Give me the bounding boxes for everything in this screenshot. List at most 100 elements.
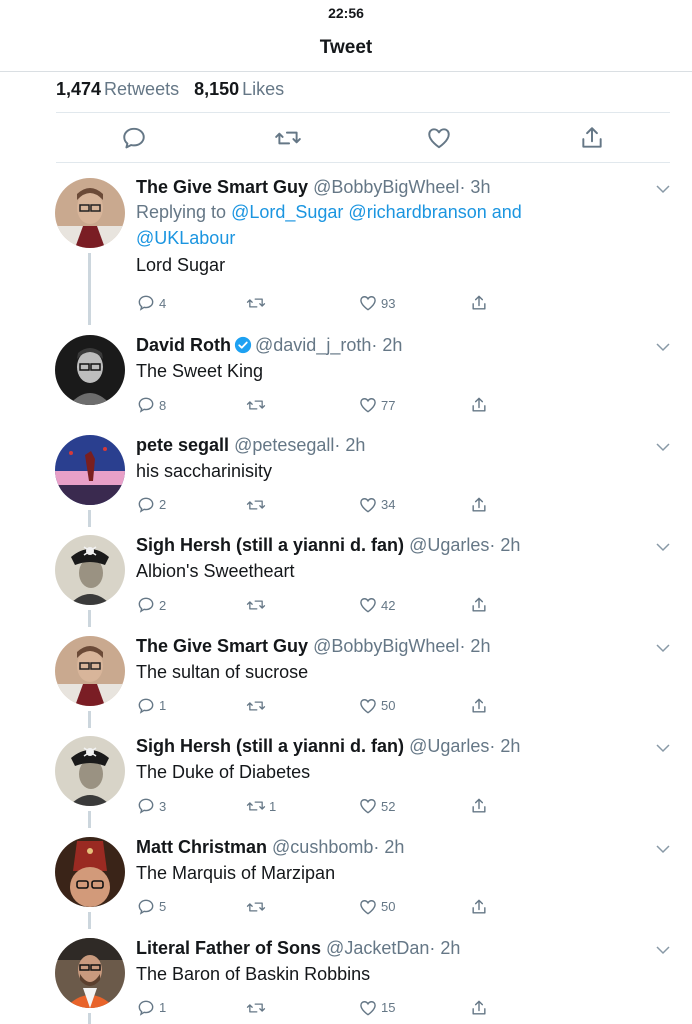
reply-count: 1 (159, 1000, 167, 1016)
like-button[interactable] (426, 125, 452, 151)
page-title: Tweet (319, 37, 373, 58)
like-button[interactable]: 50 (358, 895, 395, 919)
reply-author-handle[interactable]: @Ugarles (409, 736, 489, 756)
list-item[interactable]: Sigh Hersh (still a yianni d. fan) @Ugar… (0, 526, 692, 628)
list-item[interactable]: pete segall @petesegall· 2h his sacchari… (0, 426, 692, 527)
reply-text: Albion's Sweetheart (136, 561, 295, 582)
reply-button[interactable]: 1 (136, 694, 166, 718)
like-button[interactable]: 52 (358, 794, 395, 818)
chevron-down-icon[interactable] (656, 339, 670, 352)
list-item[interactable]: The Give Smart Guy @BobbyBigWheel· 3h Re… (0, 163, 692, 325)
share-button[interactable] (469, 291, 489, 315)
reply-content: The Give Smart Guy @BobbyBigWheel· 3h Re… (136, 175, 656, 278)
avatar[interactable] (55, 535, 125, 606)
reply-button[interactable]: 4 (136, 291, 166, 315)
share-button[interactable] (469, 996, 489, 1020)
avatar[interactable] (55, 937, 125, 1008)
reply-button[interactable]: 1 (136, 996, 166, 1020)
reply-button[interactable]: 2 (136, 493, 166, 517)
list-item[interactable]: Literal Father of Sons @JacketDan· 2h Th… (0, 929, 692, 1024)
chevron-down-icon[interactable] (656, 181, 670, 194)
share-button[interactable] (469, 393, 489, 417)
retweet-icon (246, 902, 266, 912)
reply-author-handle[interactable]: @BobbyBigWheel (313, 177, 459, 197)
avatar[interactable] (55, 736, 125, 807)
replying-mentions[interactable]: @Lord_Sugar @richardbranson and (231, 202, 522, 222)
reply-author-name[interactable]: Literal Father of Sons (136, 938, 321, 958)
share-icon (472, 295, 486, 310)
retweet-button[interactable]: 1 (246, 794, 276, 818)
avatar-matt-icon (55, 836, 125, 907)
list-item[interactable]: David Roth @david_j_roth· 2h The Sweet Ki… (0, 325, 692, 426)
like-button[interactable]: 50 (358, 694, 395, 718)
reply-text: his saccharinisity (136, 460, 273, 481)
reply-actions: 4 93 (136, 291, 496, 315)
like-button[interactable]: 77 (358, 393, 395, 417)
chevron-down-icon[interactable] (656, 539, 670, 552)
likes-label[interactable]: Likes (242, 79, 284, 99)
retweet-button[interactable] (246, 895, 269, 919)
share-button[interactable] (469, 694, 489, 718)
avatar[interactable] (55, 178, 125, 248)
reply-author-name[interactable]: Matt Christman (136, 837, 267, 857)
share-button[interactable] (469, 895, 489, 919)
reply-author-handle[interactable]: @Ugarles (409, 535, 489, 555)
chevron-down-icon[interactable] (656, 942, 670, 954)
list-item[interactable]: Matt Christman @cushbomb· 2h The Marquis… (0, 828, 692, 929)
chevron-down-icon[interactable] (656, 640, 670, 652)
reply-author-handle[interactable]: @david_j_roth (255, 335, 371, 355)
reply-time: · 2h (489, 535, 521, 556)
reply-author-name[interactable]: The Give Smart Guy (136, 177, 308, 197)
avatar[interactable] (55, 836, 125, 907)
share-button[interactable] (579, 125, 605, 151)
list-item[interactable]: Sigh Hersh (still a yianni d. fan) @Ugar… (0, 727, 692, 829)
retweets-label[interactable]: Retweets (104, 79, 179, 99)
share-button[interactable] (469, 593, 489, 617)
retweet-button[interactable] (246, 694, 269, 718)
replying-mention-2[interactable]: @UKLabour (136, 228, 235, 248)
like-button[interactable]: 93 (358, 291, 395, 315)
reply-author-handle[interactable]: @cushbomb (272, 837, 373, 857)
reply-author-handle[interactable]: @BobbyBigWheel (313, 636, 459, 656)
like-button[interactable]: 42 (358, 593, 395, 617)
like-button[interactable]: 34 (358, 493, 395, 517)
retweet-button[interactable] (246, 493, 269, 517)
likes-count[interactable]: 8,150 (194, 79, 239, 99)
reply-author-name[interactable]: Sigh Hersh (still a yianni d. fan) (136, 736, 404, 756)
retweet-button[interactable] (246, 593, 269, 617)
retweet-button[interactable] (246, 996, 269, 1020)
reply-author-name[interactable]: Sigh Hersh (still a yianni d. fan) (136, 535, 404, 555)
heart-icon (360, 296, 376, 311)
reply-author-name[interactable]: David Roth (136, 335, 231, 355)
reply-button[interactable]: 3 (136, 794, 166, 818)
reply-button[interactable]: 5 (136, 895, 166, 919)
chevron-down-icon[interactable] (656, 841, 670, 854)
chevron-down-icon[interactable] (656, 740, 670, 753)
retweet-icon (246, 298, 266, 308)
retweet-button[interactable] (246, 393, 269, 417)
thread-line (88, 610, 91, 628)
retweets-count[interactable]: 1,474 (56, 79, 101, 99)
list-item[interactable]: The Give Smart Guy @BobbyBigWheel· 2h Th… (0, 627, 692, 728)
reply-button[interactable] (121, 125, 147, 151)
avatar[interactable] (55, 635, 125, 706)
chevron-down-icon[interactable] (656, 439, 670, 451)
retweet-button[interactable] (246, 291, 269, 315)
reply-button[interactable]: 2 (136, 593, 166, 617)
retweet-icon (275, 131, 301, 145)
reply-count: 4 (159, 295, 167, 311)
reply-author-name[interactable]: pete segall (136, 435, 229, 455)
reply-author-handle[interactable]: @petesegall (234, 435, 334, 455)
share-button[interactable] (469, 794, 489, 818)
status-time: 22:56 (328, 5, 364, 21)
like-button[interactable]: 15 (358, 996, 395, 1020)
reply-icon (138, 597, 154, 613)
avatar[interactable] (55, 335, 125, 405)
share-button[interactable] (469, 493, 489, 517)
reply-author-handle[interactable]: @JacketDan (326, 938, 429, 958)
reply-button[interactable]: 8 (136, 393, 166, 417)
avatar[interactable] (55, 434, 125, 505)
reply-author-name[interactable]: The Give Smart Guy (136, 636, 308, 656)
retweet-button[interactable] (274, 125, 301, 151)
status-bar: 22:56 (0, 0, 692, 26)
